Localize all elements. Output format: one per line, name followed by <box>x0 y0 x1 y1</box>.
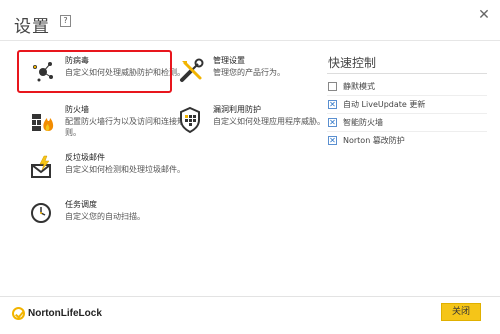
quick-control-label: 智能防火墙 <box>343 118 383 127</box>
checkbox-unchecked[interactable] <box>328 82 337 91</box>
setting-antispam[interactable]: 反垃圾邮件 自定义如何检测和处理垃圾邮件。 <box>30 152 190 192</box>
settings-window: 设置 ? ✕ 防病毒 自定义如何处理威胁防护和检测。 防火墙 配置防火墙行为以及… <box>0 0 500 334</box>
setting-desc: 自定义如何处理应用程序威胁。 <box>213 117 325 126</box>
antispam-icon <box>30 154 58 182</box>
exploit-protection-icon <box>178 106 206 134</box>
setting-exploit-protection[interactable]: 漏洞利用防护 自定义如何处理应用程序威胁。 <box>178 104 338 144</box>
checkbox-checked[interactable]: ✕ <box>328 118 337 127</box>
setting-firewall[interactable]: 防火墙 配置防火墙行为以及访问和连接规则。 <box>30 104 190 144</box>
setting-name: 反垃圾邮件 <box>65 153 105 162</box>
norton-seal-icon <box>12 307 25 320</box>
help-button[interactable]: ? <box>60 15 71 27</box>
window-title: 设置 <box>14 17 50 37</box>
row-divider <box>327 113 487 114</box>
setting-name: 管理设置 <box>213 56 245 65</box>
checkbox-checked[interactable]: ✕ <box>328 136 337 145</box>
checkbox-checked[interactable]: ✕ <box>328 100 337 109</box>
close-button[interactable]: 关闭 <box>441 303 481 321</box>
brand-name: NortonLifeLock <box>28 308 102 319</box>
quick-control-smart-firewall[interactable]: ✕ 智能防火墙 <box>328 117 488 129</box>
row-divider <box>327 95 487 96</box>
task-schedule-icon <box>30 201 58 229</box>
firewall-icon <box>30 106 58 134</box>
quick-controls-title: 快速控制 <box>328 56 377 70</box>
quick-control-label: 自动 LiveUpdate 更新 <box>343 100 426 109</box>
close-icon[interactable]: ✕ <box>477 8 491 22</box>
footer-divider <box>0 296 500 297</box>
setting-name: 防火墙 <box>65 105 89 114</box>
setting-task-schedule[interactable]: 任务调度 自定义您的自动扫描。 <box>30 199 190 239</box>
setting-admin[interactable]: 管理设置 管理您的产品行为。 <box>178 55 338 95</box>
header-divider <box>0 40 500 41</box>
setting-desc: 配置防火墙行为以及访问和连接规则。 <box>65 117 185 137</box>
quick-control-liveupdate[interactable]: ✕ 自动 LiveUpdate 更新 <box>328 99 488 111</box>
quick-control-label: 静默模式 <box>343 82 375 91</box>
quick-control-tamper-protection[interactable]: ✕ Norton 篡改防护 <box>328 135 488 147</box>
setting-desc: 自定义如何检测和处理垃圾邮件。 <box>65 165 185 174</box>
setting-name: 任务调度 <box>65 200 97 209</box>
row-divider <box>327 131 487 132</box>
selection-highlight <box>17 50 172 93</box>
quick-controls-divider <box>327 73 487 74</box>
quick-control-silent-mode[interactable]: 静默模式 <box>328 81 488 93</box>
quick-control-label: Norton 篡改防护 <box>343 136 405 145</box>
setting-desc: 自定义您的自动扫描。 <box>65 212 145 221</box>
setting-desc: 管理您的产品行为。 <box>213 68 285 77</box>
admin-settings-icon <box>178 57 206 85</box>
setting-name: 漏洞利用防护 <box>213 105 261 114</box>
